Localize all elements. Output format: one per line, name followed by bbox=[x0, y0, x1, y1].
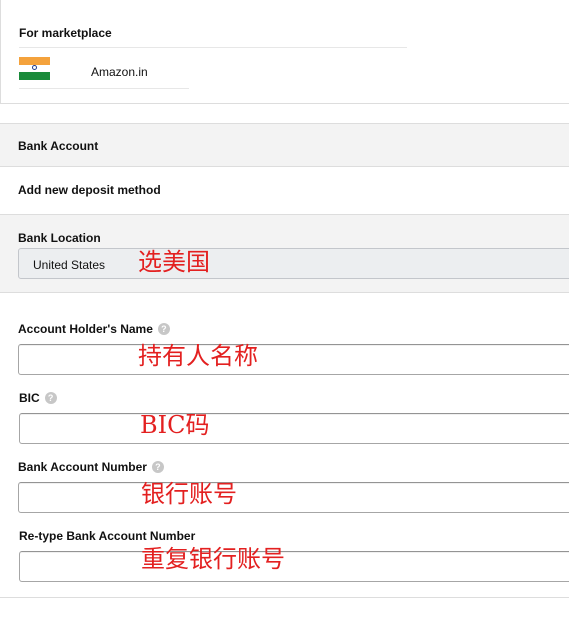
annotation-bic: BIC码 bbox=[140, 411, 210, 439]
bank-location-section: Bank Location United States bbox=[0, 214, 569, 293]
account-holder-name-input[interactable] bbox=[18, 344, 569, 375]
account-holder-field-label: Account Holder's Name ? bbox=[18, 322, 170, 336]
india-flag-icon bbox=[19, 57, 50, 80]
annotation-account-number: 银行账号 bbox=[141, 480, 237, 508]
deposit-method-form: For marketplace Amazon.in Bank Account A… bbox=[0, 0, 569, 624]
bic-label: BIC bbox=[19, 391, 40, 405]
marketplace-title: For marketplace bbox=[19, 26, 112, 40]
bic-field-label: BIC ? bbox=[19, 391, 57, 405]
divider bbox=[19, 88, 189, 89]
add-deposit-method-heading: Add new deposit method bbox=[18, 183, 161, 197]
retype-bank-account-number-input[interactable] bbox=[19, 551, 569, 582]
bank-location-selected-value: United States bbox=[33, 258, 106, 272]
bank-location-select[interactable]: United States bbox=[18, 248, 569, 279]
retype-account-number-label: Re-type Bank Account Number bbox=[19, 529, 196, 543]
bic-input[interactable] bbox=[19, 413, 569, 444]
bank-location-label: Bank Location bbox=[18, 231, 101, 245]
divider bbox=[0, 597, 569, 598]
bank-account-header: Bank Account bbox=[0, 123, 569, 167]
annotation-retype-account-number: 重复银行账号 bbox=[141, 545, 285, 573]
question-icon[interactable]: ? bbox=[157, 323, 170, 335]
bank-account-title: Bank Account bbox=[18, 139, 99, 153]
account-number-field-label: Bank Account Number ? bbox=[18, 460, 164, 474]
question-icon[interactable]: ? bbox=[44, 392, 57, 404]
retype-account-number-field-label: Re-type Bank Account Number bbox=[19, 529, 195, 543]
account-number-label: Bank Account Number bbox=[18, 460, 147, 474]
marketplace-name: Amazon.in bbox=[91, 65, 148, 79]
account-holder-label: Account Holder's Name bbox=[18, 322, 153, 336]
bank-account-number-input[interactable] bbox=[18, 482, 569, 513]
marketplace-panel: For marketplace Amazon.in bbox=[0, 0, 569, 104]
question-icon[interactable]: ? bbox=[151, 461, 164, 473]
divider bbox=[19, 47, 407, 48]
annotation-account-holder: 持有人名称 bbox=[138, 342, 258, 370]
annotation-bank-location: 选美国 bbox=[138, 248, 210, 276]
